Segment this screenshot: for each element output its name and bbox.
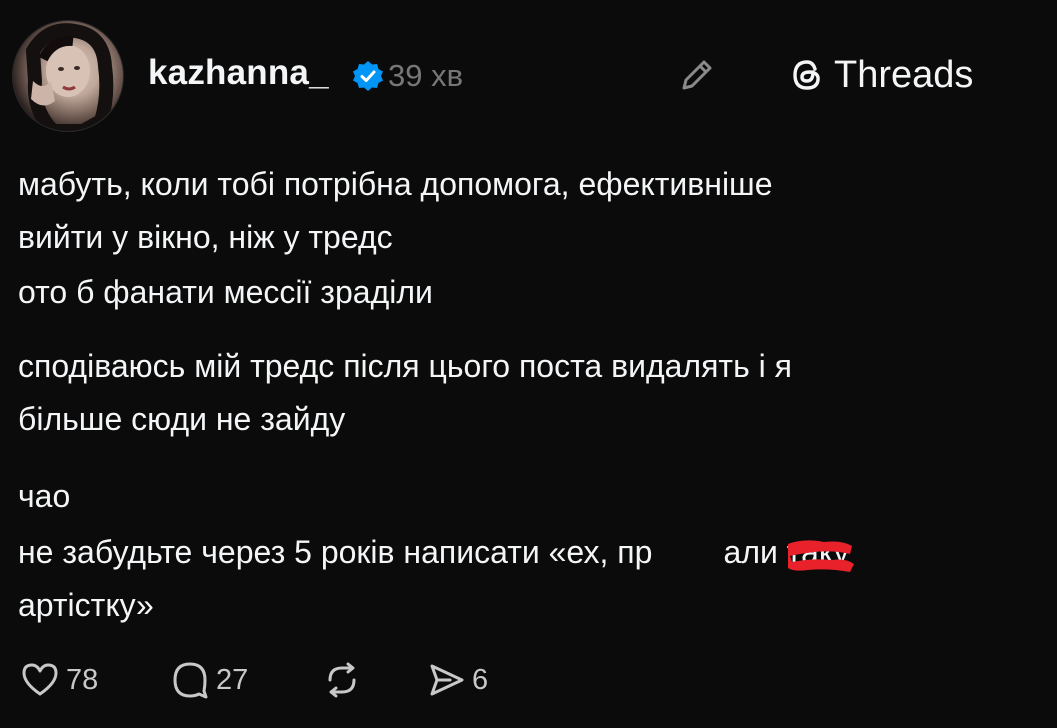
post-paragraph: мабуть, коли тобі потрібна допомога, ефе… [18, 166, 773, 255]
username[interactable]: kazhanna_ [148, 53, 329, 93]
threads-post: kazhanna_ 39 хв Threads мабуть, коли тоб… [0, 0, 1057, 728]
verified-badge-icon [353, 61, 383, 91]
post-paragraph: сподіваюсь мій тредс після цього поста в… [18, 348, 792, 437]
like-button[interactable]: 78 [20, 658, 98, 702]
share-count: 6 [472, 663, 489, 696]
pencil-icon[interactable] [676, 54, 718, 96]
share-button[interactable]: 6 [426, 658, 488, 702]
comment-button[interactable]: 27 [170, 658, 248, 702]
post-header: kazhanna_ 39 хв Threads [12, 20, 1042, 132]
repost-icon [328, 662, 356, 698]
repost-button[interactable] [322, 658, 362, 702]
comment-icon [173, 662, 208, 699]
post-actions: 78 27 6 [20, 658, 620, 702]
threads-brand-label: Threads [834, 53, 974, 96]
post-paragraph: ото б фанати мессії зраділи [18, 274, 433, 310]
comment-count: 27 [216, 663, 249, 696]
avatar[interactable] [12, 20, 124, 132]
heart-icon [22, 663, 58, 696]
post-time: 39 хв [388, 58, 464, 93]
threads-brand: Threads [788, 52, 973, 98]
threads-logo-icon [793, 60, 820, 90]
like-count: 78 [66, 663, 99, 696]
post-paragraph: не забудьте через 5 років написати «ех, … [18, 534, 850, 623]
redaction-scribble [788, 540, 854, 572]
post-paragraph: чао [18, 478, 71, 514]
send-icon [430, 664, 464, 696]
